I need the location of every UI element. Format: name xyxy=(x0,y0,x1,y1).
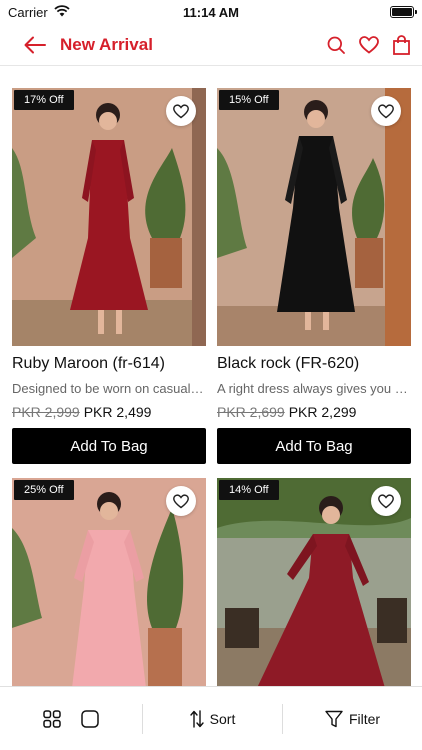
sale-price: PKR 2,299 xyxy=(288,404,357,420)
add-to-bag-button[interactable]: Add To Bag xyxy=(12,428,206,464)
heart-icon xyxy=(378,493,394,508)
battery-icon xyxy=(390,6,417,18)
product-image[interactable]: 14% Off xyxy=(217,478,411,688)
discount-badge: 17% Off xyxy=(14,90,74,110)
product-price: PKR 2,699 PKR 2,299 xyxy=(217,404,411,420)
discount-badge: 14% Off xyxy=(219,480,279,500)
single-view-button[interactable] xyxy=(81,709,99,728)
dress-photo xyxy=(12,88,206,346)
heart-icon xyxy=(359,35,379,54)
heart-icon xyxy=(173,493,189,508)
product-card[interactable]: 15% Off Black rock (FR-620) A right dres… xyxy=(217,88,411,464)
view-toggle-group xyxy=(0,709,142,728)
status-time: 11:14 AM xyxy=(183,4,239,20)
product-image[interactable]: 15% Off xyxy=(217,88,411,346)
original-price: PKR 2,699 xyxy=(217,404,285,420)
sort-button[interactable]: Sort xyxy=(143,709,282,728)
filter-label: Filter xyxy=(348,710,381,727)
product-description: Designed to be worn on casual days... xyxy=(12,381,206,396)
product-card[interactable]: 25% Off xyxy=(12,478,206,688)
wishlist-toggle[interactable] xyxy=(371,486,401,516)
product-name[interactable]: Ruby Maroon (fr-614) xyxy=(12,355,206,373)
original-price: PKR 2,999 xyxy=(12,404,80,420)
status-bar: Carrier 11:14 AM xyxy=(0,0,422,24)
arrow-left-icon xyxy=(24,36,46,53)
header: New Arrival xyxy=(0,24,422,66)
search-button[interactable] xyxy=(327,36,345,54)
discount-badge: 15% Off xyxy=(219,90,279,110)
single-view-icon xyxy=(81,709,99,728)
wishlist-button[interactable] xyxy=(359,35,379,54)
wifi-icon xyxy=(54,4,70,20)
product-card[interactable]: 17% Off Ruby Maroon (fr-614) Designed to… xyxy=(12,88,206,464)
product-description: A right dress always gives you confidenc… xyxy=(217,381,411,396)
filter-icon xyxy=(325,710,343,727)
dress-photo xyxy=(217,88,411,346)
product-image[interactable]: 17% Off xyxy=(12,88,206,346)
grid-view-button[interactable] xyxy=(43,709,61,728)
wishlist-toggle[interactable] xyxy=(166,486,196,516)
heart-icon xyxy=(378,103,394,118)
page-title: New Arrival xyxy=(60,34,153,54)
product-grid: 17% Off Ruby Maroon (fr-614) Designed to… xyxy=(12,88,411,688)
filter-button[interactable]: Filter xyxy=(283,710,422,728)
sort-label: Sort xyxy=(209,710,236,727)
wishlist-toggle[interactable] xyxy=(166,96,196,126)
wishlist-toggle[interactable] xyxy=(371,96,401,126)
carrier-label: Carrier xyxy=(8,4,48,20)
bottom-toolbar: Sort Filter xyxy=(0,686,422,750)
product-card[interactable]: 14% Off xyxy=(217,478,411,688)
search-icon xyxy=(327,36,345,54)
add-to-bag-button[interactable]: Add To Bag xyxy=(217,428,411,464)
product-image[interactable]: 25% Off xyxy=(12,478,206,688)
cart-button[interactable] xyxy=(393,34,410,55)
discount-badge: 25% Off xyxy=(14,480,74,500)
back-button[interactable] xyxy=(24,36,46,54)
grid-view-icon xyxy=(43,709,61,728)
heart-icon xyxy=(173,103,189,118)
sort-icon xyxy=(189,709,204,728)
product-price: PKR 2,999 PKR 2,499 xyxy=(12,404,206,420)
product-name[interactable]: Black rock (FR-620) xyxy=(217,355,411,373)
bag-icon xyxy=(393,34,410,55)
sale-price: PKR 2,499 xyxy=(83,404,152,420)
